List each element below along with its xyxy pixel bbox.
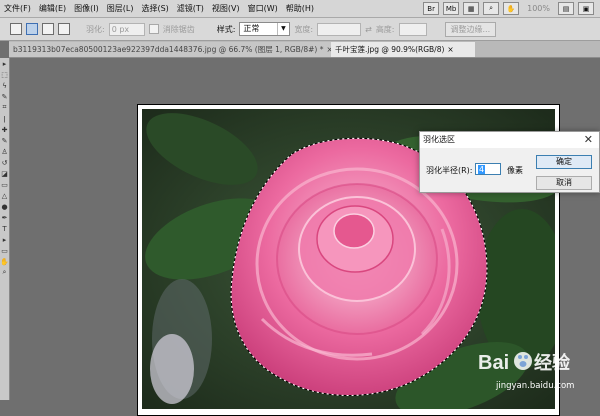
ok-button[interactable]: 确定 xyxy=(536,155,592,169)
zoom-tool-icon[interactable]: ⌕ xyxy=(0,267,9,278)
menu-window[interactable]: 窗口(W) xyxy=(244,3,282,14)
stamp-tool-icon[interactable]: ♙ xyxy=(0,146,9,157)
feather-selection-dialog: 羽化选区 ✕ 羽化半径(R): 4 像素 确定 取消 xyxy=(419,131,600,193)
zoom-level[interactable]: 100% xyxy=(523,4,554,13)
chevron-down-icon: ▼ xyxy=(277,23,288,35)
arrange-documents-icon[interactable]: ▤ xyxy=(558,2,574,15)
marquee-tool-icon[interactable]: ⬚ xyxy=(0,69,9,80)
style-label: 样式: xyxy=(216,24,236,34)
swap-icon[interactable]: ⇄ xyxy=(365,25,372,34)
quick-select-tool-icon[interactable]: ✎ xyxy=(0,91,9,102)
bridge-icon[interactable]: Br xyxy=(423,2,440,15)
toolbox: ▸ ⬚ ϟ ✎ ⌗ ǀ ✚ ✎ ♙ ↺ ◪ ▭ △ ● ✒ T ▸ ▭ ✋ ⌕ xyxy=(0,58,10,400)
menu-layer[interactable]: 图层(L) xyxy=(103,3,138,14)
width-label: 宽度: xyxy=(294,24,314,34)
blur-tool-icon[interactable]: △ xyxy=(0,190,9,201)
shape-tool-icon[interactable]: ▭ xyxy=(0,245,9,256)
new-selection-icon[interactable] xyxy=(10,23,22,35)
gradient-tool-icon[interactable]: ▭ xyxy=(0,179,9,190)
close-icon[interactable]: × xyxy=(447,45,453,54)
menu-filter[interactable]: 滤镜(T) xyxy=(173,3,208,14)
feather-radius-unit: 像素 xyxy=(507,166,523,175)
lasso-tool-icon[interactable]: ϟ xyxy=(0,80,9,91)
zoom-tool-icon[interactable]: ⌕ xyxy=(483,2,500,15)
feather-radius-label: 羽化半径(R): xyxy=(426,166,473,175)
tab-document-2-label: 千叶宝莲.jpg @ 90.9%(RGB/8) xyxy=(335,45,445,54)
path-select-tool-icon[interactable]: ▸ xyxy=(0,234,9,245)
document-tabs: b3119313b07eca80500123ae922397dda1448376… xyxy=(9,41,600,58)
menu-help[interactable]: 帮助(H) xyxy=(282,3,318,14)
history-brush-tool-icon[interactable]: ↺ xyxy=(0,157,9,168)
healing-tool-icon[interactable]: ✚ xyxy=(0,124,9,135)
menu-edit[interactable]: 编辑(E) xyxy=(35,3,70,14)
baidu-logo-tail-text: 经验 xyxy=(534,352,571,374)
menu-right-controls: Br Mb ▦ ⌕ ✋ 100% ▤ ▣ xyxy=(423,0,600,17)
antialias-label: 消除锯齿 xyxy=(162,24,195,34)
minibridge-icon[interactable]: Mb xyxy=(443,2,460,15)
menu-image[interactable]: 图像(I) xyxy=(70,3,103,14)
pen-tool-icon[interactable]: ✒ xyxy=(0,212,9,223)
move-tool-icon[interactable]: ▸ xyxy=(0,58,9,69)
style-select-value: 正常 xyxy=(243,24,260,33)
height-field[interactable] xyxy=(398,22,427,36)
add-to-selection-icon[interactable] xyxy=(26,23,38,35)
refine-edge-button[interactable]: 调整边缘... xyxy=(444,21,497,37)
brush-tool-icon[interactable]: ✎ xyxy=(0,135,9,146)
antialias-checkbox[interactable] xyxy=(148,24,159,34)
type-tool-icon[interactable]: T xyxy=(0,223,9,234)
close-icon[interactable]: ✕ xyxy=(584,132,593,148)
crop-tool-icon[interactable]: ⌗ xyxy=(0,102,9,113)
height-label: 高度: xyxy=(375,24,395,34)
tab-document-1-label: b3119313b07eca80500123ae922397dda1448376… xyxy=(13,45,324,54)
style-select[interactable]: 正常 ▼ xyxy=(239,22,291,36)
hand-tool-icon[interactable]: ✋ xyxy=(503,2,520,15)
width-field[interactable] xyxy=(317,22,362,36)
dialog-title[interactable]: 羽化选区 xyxy=(420,132,599,148)
eraser-tool-icon[interactable]: ◪ xyxy=(0,168,9,179)
baidu-jingyan-watermark: Bai 经验 jingyan.baidu.com xyxy=(478,345,596,395)
intersect-selection-icon[interactable] xyxy=(58,23,70,35)
watermark-url: jingyan.baidu.com xyxy=(496,381,575,391)
cancel-button[interactable]: 取消 xyxy=(536,176,592,190)
baidu-logo: Bai 经验 xyxy=(478,352,571,374)
menu-select[interactable]: 选择(S) xyxy=(137,3,172,14)
menu-view[interactable]: 视图(V) xyxy=(208,3,244,14)
tab-document-1[interactable]: b3119313b07eca80500123ae922397dda1448376… xyxy=(9,42,331,57)
screen-mode-icon[interactable]: ▣ xyxy=(578,2,594,15)
feather-field[interactable]: 0 px xyxy=(108,22,145,36)
feather-label: 羽化: xyxy=(86,24,105,34)
hand-tool-icon[interactable]: ✋ xyxy=(0,256,9,267)
eyedropper-tool-icon[interactable]: ǀ xyxy=(0,113,9,124)
menu-file[interactable]: 文件(F) xyxy=(0,3,35,14)
baidu-logo-text: Bai xyxy=(478,352,509,374)
feather-radius-value: 4 xyxy=(478,165,486,174)
feather-radius-input[interactable]: 4 xyxy=(475,163,501,175)
extras-icon[interactable]: ▦ xyxy=(463,2,480,15)
subtract-selection-icon[interactable] xyxy=(42,23,54,35)
dodge-tool-icon[interactable]: ● xyxy=(0,201,9,212)
options-bar: 羽化: 0 px 消除锯齿 样式: 正常 ▼ 宽度: ⇄ 高度: 调整边缘... xyxy=(0,18,600,41)
menu-bar: 文件(F) 编辑(E) 图像(I) 图层(L) 选择(S) 滤镜(T) 视图(V… xyxy=(0,0,600,18)
tab-document-2[interactable]: 千叶宝莲.jpg @ 90.9%(RGB/8) × xyxy=(331,42,475,57)
